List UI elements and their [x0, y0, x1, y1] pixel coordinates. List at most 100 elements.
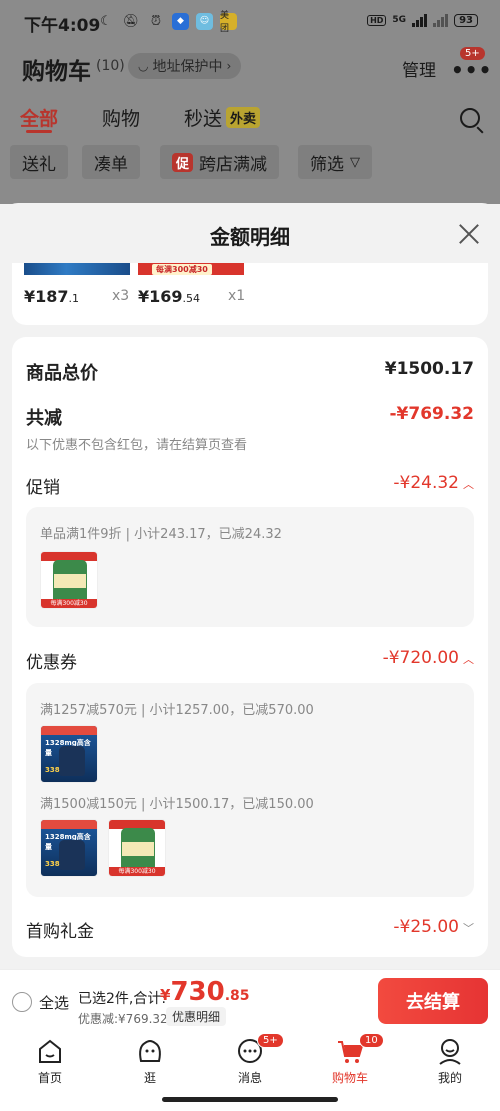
first-gift-label: 首购礼金 [26, 922, 94, 942]
nav-cart-label: 购物车 [331, 1071, 368, 1085]
address-protect-label: 地址保护中 [152, 59, 223, 75]
discount-summary: 优惠减:¥769.32 [78, 1012, 168, 1026]
app-icon-cyan: ☺ [196, 12, 213, 30]
sheet-title: 金额明细 [210, 225, 290, 249]
item-price: ¥187.1 [24, 287, 79, 306]
reduce-value: -¥769.32 [389, 404, 475, 424]
moon-icon: ☾ [100, 13, 112, 29]
promo-product-thumb[interactable]: 每满300减30 [40, 551, 98, 609]
product-banner: 每满300减30 [41, 599, 97, 608]
nav-browse-label: 逛 [143, 1071, 156, 1085]
tab-shopping[interactable]: 购物 [102, 104, 140, 131]
status-right: HD 5G 93 [367, 13, 478, 27]
cu-tag: 促 [172, 152, 194, 172]
promo-value: -¥24.32 [393, 473, 459, 493]
product-thumb-ocean[interactable] [24, 263, 130, 275]
chevron-up-icon: ︿ [463, 653, 474, 666]
shield-icon: ◡ [138, 59, 149, 73]
more-icon[interactable]: ••• [451, 58, 492, 82]
browse-icon [135, 1037, 165, 1065]
item-price-int: ¥187 [24, 287, 69, 306]
promo-label: 促销 [26, 478, 60, 498]
signal-icon-2 [433, 13, 449, 27]
tab-all[interactable]: 全部 [20, 104, 58, 131]
status-bar: 下午4:09 ☾ 🔕︎ ⏰︎ ◆ ☺ 美团 HD 5G 93 [0, 0, 500, 44]
chevron-down-icon: ﹀ [463, 922, 474, 935]
home-indicator[interactable] [162, 1097, 338, 1102]
item-price: ¥169.54 [138, 287, 200, 306]
product-label [122, 842, 154, 856]
nav-profile-label: 我的 [437, 1071, 462, 1085]
promo-detail-box: 单品满1件9折 | 小计243.17，已减24.32 每满300减30 [26, 507, 474, 627]
select-all-label[interactable]: 全选 [39, 992, 69, 1013]
coupon-value: -¥720.00 [382, 648, 459, 668]
filter-bundle[interactable]: 凑单 [82, 145, 140, 179]
nav-browse[interactable]: 逛 [120, 1037, 180, 1086]
product-bottle [59, 746, 85, 776]
nav-home[interactable]: 首页 [20, 1037, 80, 1086]
close-icon[interactable] [458, 223, 480, 245]
discount-detail-button[interactable]: 优惠明细 [166, 1007, 227, 1026]
nav-cart[interactable]: 10 购物车 [320, 1033, 384, 1086]
filter-cross-store[interactable]: 促 跨店满减 [160, 145, 280, 179]
total-int: 730 [170, 977, 225, 1007]
cart-tabs: 全部 购物 秒送 外卖 [0, 104, 500, 144]
chevron-up-icon: ︿ [463, 478, 474, 491]
meituan-icon: 美团 [220, 11, 237, 34]
filter-funnel-icon: ▽ [350, 154, 360, 170]
total-dec: .85 [224, 988, 250, 1004]
product-top-band [41, 820, 97, 829]
first-gift-value: -¥25.00 [393, 917, 459, 937]
coupon-product-thumb-3[interactable]: 每满300减30 [108, 819, 166, 877]
manage-button[interactable]: 管理 [402, 56, 436, 81]
item-qty: x1 [228, 288, 246, 304]
total-value: ¥1500.17 [384, 359, 474, 379]
product-bottle [59, 840, 85, 870]
cart-count: (10) [96, 58, 125, 74]
filter-button[interactable]: 筛选 ▽ [298, 145, 372, 179]
tab-flash-label: 秒送 [184, 108, 223, 130]
message-icon: 5+ [235, 1033, 284, 1065]
coupon-toggle[interactable]: -¥720.00 ︿ [383, 648, 474, 668]
item-price-dec: .1 [68, 292, 80, 305]
more-badge: 5+ [460, 47, 485, 60]
chevron-right-icon: › [226, 59, 232, 73]
coupon-line-1: 满1257减570元 | 小计1257.00，已减570.00 [40, 703, 314, 718]
filter-gift[interactable]: 送礼 [10, 145, 68, 179]
item-price-dec: .54 [182, 292, 201, 305]
cart-icon: 10 [335, 1033, 384, 1065]
promo-toggle[interactable]: -¥24.32 ︿ [393, 473, 474, 493]
product-label [54, 574, 86, 588]
first-gift-toggle[interactable]: -¥25.00 ﹀ [393, 917, 474, 937]
select-all-radio[interactable] [12, 992, 32, 1012]
cart-badge: 10 [359, 1033, 384, 1048]
product-banner: 每满300减30 [152, 264, 212, 275]
nav-profile[interactable]: 我的 [420, 1037, 480, 1086]
profile-icon [435, 1037, 465, 1065]
app-icon-blue: ◆ [172, 12, 189, 30]
item-qty: x3 [112, 288, 130, 304]
product-thumb-red[interactable]: 每满300减30 [138, 263, 244, 275]
tab-underline [26, 130, 52, 133]
reduce-label: 共减 [26, 408, 62, 429]
coupon-label: 优惠券 [26, 653, 77, 673]
nav-home-label: 首页 [37, 1071, 62, 1085]
checkout-total: ¥730.85 [160, 977, 250, 1007]
search-icon[interactable] [460, 108, 480, 128]
item-price-int: ¥169 [138, 287, 183, 306]
alarm-icon: ⏰︎ [150, 13, 162, 29]
selected-info: 已选2件,合计: [78, 991, 167, 1007]
nav-messages[interactable]: 5+ 消息 [220, 1033, 284, 1086]
coupon-detail-box: 满1257减570元 | 小计1257.00，已减570.00 1328mg高含… [26, 683, 474, 897]
coupon-product-thumb-1[interactable]: 1328mg高含量 338 [40, 725, 98, 783]
product-banner: 每满300减30 [109, 867, 165, 876]
filter-cross-store-label: 跨店满减 [199, 154, 268, 175]
coupon-product-thumb-2[interactable]: 1328mg高含量 338 [40, 819, 98, 877]
checkout-button[interactable]: 去结算 [378, 978, 488, 1024]
product-price-tag: 338 [45, 766, 60, 774]
messages-badge: 5+ [257, 1033, 284, 1048]
address-protect-chip[interactable]: ◡ 地址保护中 › [128, 53, 242, 79]
tab-flash[interactable]: 秒送 外卖 [184, 104, 261, 131]
network-label: 5G [392, 15, 407, 25]
status-icons: ☾ 🔕︎ ⏰︎ ◆ ☺ 美团 [97, 11, 237, 34]
